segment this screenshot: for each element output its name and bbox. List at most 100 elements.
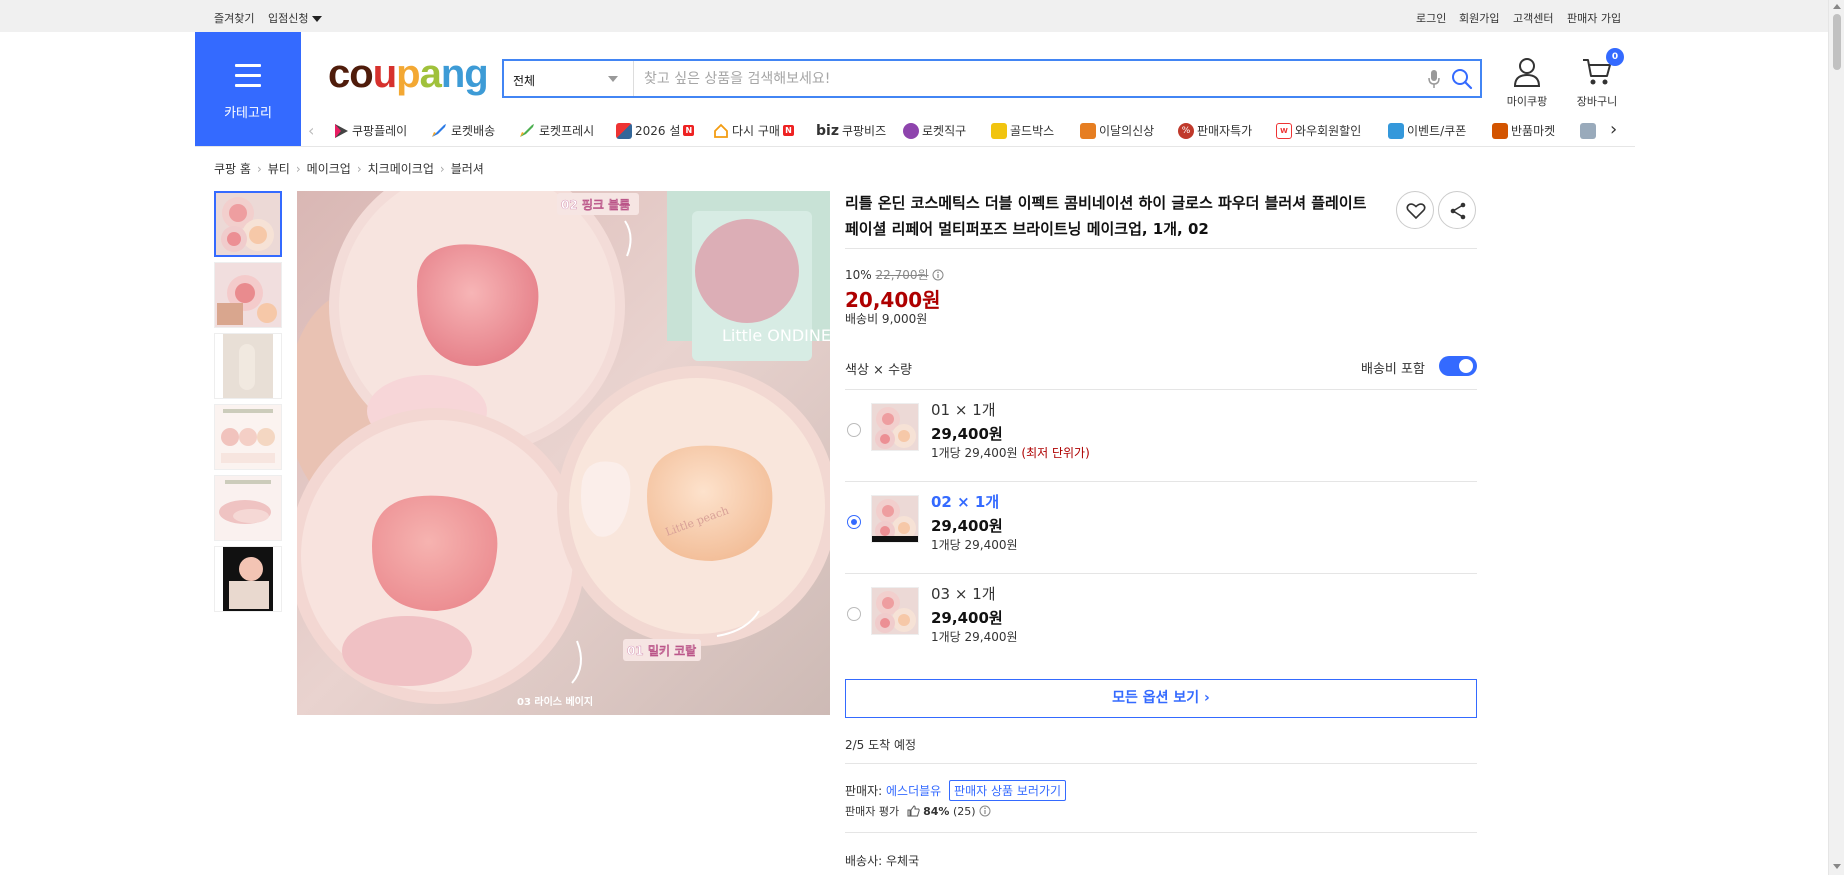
option-unit-price: 1개당 29,400원 xyxy=(931,630,1018,644)
shipping-fee: 배송비 9,000원 xyxy=(845,312,928,326)
cart-count-badge: 0 xyxy=(1606,48,1624,66)
thumbnail-image xyxy=(215,547,281,611)
breadcrumb-item[interactable]: 블러셔 xyxy=(451,162,484,176)
my-coupang-button[interactable]: 마이쿠팡 xyxy=(1498,56,1556,109)
share-button[interactable] xyxy=(1438,191,1476,229)
nav-item-rocket-fresh[interactable]: 로켓프레시 xyxy=(518,122,594,139)
microphone-icon[interactable] xyxy=(1427,69,1441,89)
nav-item-wow-discount[interactable]: W 와우회원할인 xyxy=(1276,122,1361,139)
option-thumbnail xyxy=(871,587,919,635)
customer-center-link[interactable]: 고객센터 xyxy=(1513,10,1553,26)
seller-label: 판매자: xyxy=(845,784,883,798)
nav-item-coupang-play[interactable]: 쿠팡플레이 xyxy=(333,122,407,139)
thumbnail-image xyxy=(215,405,281,469)
breadcrumb-item[interactable]: 뷰티 xyxy=(268,162,290,176)
option-radio-selected[interactable] xyxy=(847,515,861,529)
nav-item-coupang-biz[interactable]: biz 쿠팡비즈 xyxy=(816,122,886,139)
thumbnail-4[interactable] xyxy=(214,404,282,470)
nav-item-label: 판매자특가 xyxy=(1197,124,1253,138)
seller-signup-link[interactable]: 판매자 가입 xyxy=(1567,10,1621,26)
scroll-up-icon[interactable] xyxy=(1833,4,1841,9)
new-badge: N xyxy=(782,125,794,136)
thumbnail-3[interactable] xyxy=(214,333,282,399)
seller-rating-count: (25) xyxy=(952,805,976,818)
option-radio[interactable] xyxy=(847,423,861,437)
nav-item-new-year[interactable]: 2026 설 N xyxy=(616,122,695,139)
biz-icon: biz xyxy=(816,122,839,139)
coupon-icon xyxy=(1388,122,1404,139)
signup-link[interactable]: 회원가입 xyxy=(1459,10,1499,26)
option-image xyxy=(872,496,918,542)
thumbnail-1[interactable] xyxy=(214,191,282,257)
login-link[interactable]: 로그인 xyxy=(1416,10,1446,26)
package-text: Little ONDINE xyxy=(722,326,830,345)
view-all-options-button[interactable]: 모든 옵션 보기 › xyxy=(845,679,1477,718)
option-name: 01 × 1개 xyxy=(931,401,996,419)
divider xyxy=(845,389,1477,390)
seller-apply-dropdown[interactable]: 입점신청 xyxy=(268,10,323,26)
nav-item-goldbox[interactable]: 골드박스 xyxy=(991,122,1054,139)
goldbox-icon xyxy=(991,122,1007,139)
option-radio[interactable] xyxy=(847,607,861,621)
coupang-logo[interactable]: coupang xyxy=(328,52,489,97)
breadcrumb-item[interactable]: 메이크업 xyxy=(307,162,351,176)
divider xyxy=(845,481,1477,482)
nav-item-new-arrivals[interactable]: 이달의신상 xyxy=(1080,122,1154,139)
wishlist-button[interactable] xyxy=(1396,191,1434,229)
logo-letter: c xyxy=(328,52,350,96)
favorites-link[interactable]: 즐겨찾기 xyxy=(214,10,254,26)
shipping-included-toggle[interactable] xyxy=(1439,356,1477,376)
nav-item-label: 이달의신상 xyxy=(1099,124,1155,138)
thumbnail-2[interactable] xyxy=(214,262,282,328)
breadcrumb: 쿠팡 홈 › 뷰티 › 메이크업 › 치크메이크업 › 블러셔 xyxy=(214,162,484,176)
image-label-01: 01 밀키 코랄 xyxy=(627,643,696,658)
search-category-select[interactable]: 전체 xyxy=(504,61,634,96)
search-box: 전체 xyxy=(502,59,1482,98)
hamburger-icon xyxy=(235,64,261,94)
nav-item-seller-deals[interactable]: % 판매자특가 xyxy=(1178,122,1252,139)
divider xyxy=(845,832,1477,833)
thumbnail-6[interactable] xyxy=(214,546,282,612)
seller-products-link[interactable]: 판매자 상품 보러가기 xyxy=(949,780,1067,801)
thumbnail-image xyxy=(215,334,281,398)
nav-next-icon[interactable]: › xyxy=(1610,119,1617,140)
option-row-02[interactable]: 02 × 1개 29,400원 1개당 29,400원 xyxy=(845,483,1477,574)
nav-prev-icon[interactable]: ‹ xyxy=(308,121,314,140)
page-scrollbar[interactable] xyxy=(1828,0,1844,875)
nav-item-label: 반품마켓 xyxy=(1511,124,1556,138)
search-category-value: 전체 xyxy=(513,74,536,88)
breadcrumb-item[interactable]: 쿠팡 홈 xyxy=(214,162,251,176)
seller-info: 판매자: 에스더블유 판매자 상품 보러가기 xyxy=(845,780,1067,801)
option-image xyxy=(872,588,918,634)
option-row-03[interactable]: 03 × 1개 29,400원 1개당 29,400원 xyxy=(845,575,1477,666)
wow-icon: W xyxy=(1276,122,1292,139)
thumbnail-image xyxy=(215,476,281,540)
carrier-label: 배송사: xyxy=(845,854,883,868)
option-name: 03 × 1개 xyxy=(931,585,996,603)
global-icon xyxy=(903,122,919,139)
nav-item-label: 쿠팡플레이 xyxy=(352,124,408,138)
nav-item-return-market[interactable]: 반품마켓 xyxy=(1492,122,1555,139)
nav-item-rocket-global[interactable]: 로켓직구 xyxy=(903,122,966,139)
info-icon[interactable] xyxy=(932,269,944,281)
seller-name-link[interactable]: 에스더블유 xyxy=(886,784,941,798)
search-input[interactable] xyxy=(644,67,1414,91)
option-row-01[interactable]: 01 × 1개 29,400원 1개당 29,400원 (최저 단위가) xyxy=(845,391,1477,482)
top-utility-bar: 즐겨찾기 입점신청 로그인 회원가입 고객센터 판매자 가입 xyxy=(0,0,1828,32)
category-button[interactable]: 카테고리 xyxy=(195,32,301,146)
nav-item-label: 로켓배송 xyxy=(451,124,496,138)
nav-item-events-coupons[interactable]: 이벤트/쿠폰 xyxy=(1388,122,1466,139)
nav-item-rocket-delivery[interactable]: 로켓배송 xyxy=(430,122,495,139)
home-icon xyxy=(714,123,728,138)
scroll-thumb[interactable] xyxy=(1833,14,1841,70)
search-icon[interactable] xyxy=(1451,68,1473,90)
category-label: 카테고리 xyxy=(224,106,272,121)
logo-letter: n xyxy=(440,52,465,96)
thumbnail-5[interactable] xyxy=(214,475,282,541)
info-icon[interactable] xyxy=(979,805,991,817)
seller-rating-percent: 84% xyxy=(923,805,950,818)
scroll-down-icon[interactable] xyxy=(1833,864,1841,869)
breadcrumb-item[interactable]: 치크메이크업 xyxy=(368,162,434,176)
nav-item-label: 로켓프레시 xyxy=(539,124,595,138)
nav-item-rebuy[interactable]: 다시 구매 N xyxy=(713,122,794,139)
